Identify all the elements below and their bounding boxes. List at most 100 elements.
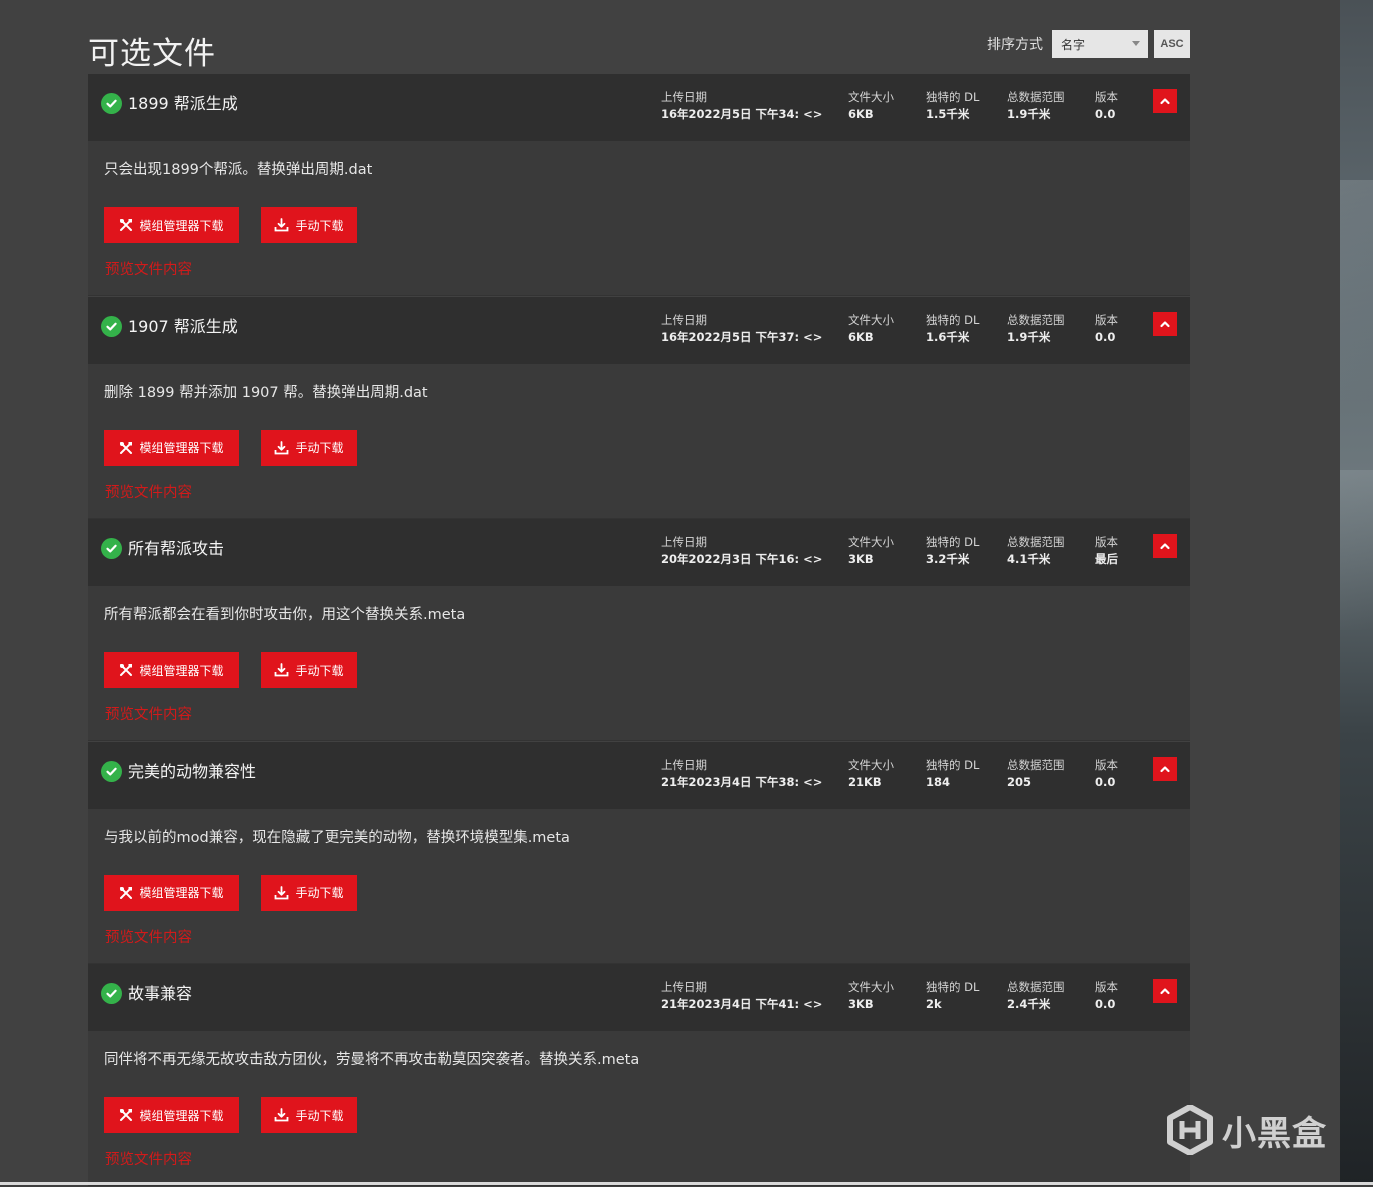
unique-dl-label: 独特的 DL: [926, 980, 980, 994]
upload-date: 上传日期 21年2023月4日 下午38: <>: [661, 757, 822, 791]
file-size-value: 6KB: [848, 107, 874, 121]
file-size-value: 3KB: [848, 552, 874, 566]
file-item: 1899 帮派生成 上传日期 16年2022月5日 下午34: <> 文件大小 …: [88, 74, 1190, 297]
total-range-label: 总数据范围: [1007, 90, 1065, 104]
manual-download-button[interactable]: 手动下载: [261, 874, 357, 911]
manual-download-button[interactable]: 手动下载: [261, 1097, 357, 1133]
file-size: 文件大小 21KB: [848, 757, 894, 791]
unique-dl: 独特的 DL 3.2千米: [926, 534, 979, 568]
unique-dl-value: 3.2千米: [926, 552, 970, 566]
mod-manager-download-button[interactable]: 模组管理器下载: [104, 429, 239, 466]
download-icon: [274, 1108, 289, 1122]
mod-manager-download-label: 模组管理器下载: [139, 218, 224, 233]
preview-file-link[interactable]: 预览文件内容: [105, 1148, 192, 1169]
total-range-label: 总数据范围: [1007, 980, 1065, 994]
download-icon: [274, 440, 289, 455]
total-range: 总数据范围 2.4千米: [1007, 979, 1065, 1013]
upload-date-label: 上传日期: [661, 312, 707, 327]
tools-icon: [119, 441, 133, 455]
xiaoheihe-logo-icon: [1167, 1105, 1213, 1155]
collapse-button[interactable]: [1153, 534, 1177, 558]
total-range-label: 总数据范围: [1007, 757, 1065, 772]
total-range: 总数据范围 4.1千米: [1007, 534, 1065, 568]
sort-order-button[interactable]: ASC: [1154, 30, 1190, 58]
preview-file-link[interactable]: 预览文件内容: [105, 481, 192, 502]
check-circle-icon: [101, 315, 122, 337]
mod-manager-download-label: 模组管理器下载: [139, 1108, 224, 1123]
total-range: 总数据范围 1.9千米: [1007, 312, 1065, 346]
collapse-button[interactable]: [1153, 756, 1177, 781]
version: 版本 最后: [1095, 534, 1118, 568]
file-size: 文件大小 6KB: [848, 312, 894, 346]
check-circle-icon: [101, 538, 122, 559]
version-label: 版本: [1095, 90, 1118, 104]
upload-date: 上传日期 16年2022月5日 下午37: <>: [661, 312, 822, 346]
version-value: 0.0: [1095, 774, 1116, 789]
preview-file-link[interactable]: 预览文件内容: [105, 703, 192, 724]
file-name: 1899 帮派生成: [128, 94, 238, 113]
mod-manager-download-button[interactable]: 模组管理器下载: [104, 652, 239, 688]
version-value: 0.0: [1095, 997, 1116, 1011]
upload-date-value: 20年2022月3日 下午16: <>: [661, 552, 823, 566]
total-range: 总数据范围 205: [1007, 757, 1065, 791]
chevron-up-icon: [1159, 95, 1171, 107]
file-size-label: 文件大小: [848, 757, 894, 772]
tools-icon: [119, 218, 133, 232]
file-body: 删除 1899 帮并添加 1907 帮。替换弹出周期.dat 模组管理器下载 手…: [88, 363, 1190, 519]
file-size: 文件大小 3KB: [848, 534, 894, 568]
file-header: 所有帮派攻击 上传日期 20年2022月3日 下午16: <> 文件大小 3KB…: [88, 519, 1190, 587]
manual-download-label: 手动下载: [295, 441, 344, 455]
chevron-down-icon: [1132, 41, 1140, 46]
collapse-button[interactable]: [1153, 311, 1177, 336]
preview-file-link[interactable]: 预览文件内容: [105, 926, 192, 947]
version-label: 版本: [1095, 535, 1118, 549]
total-range-value: 2.4千米: [1007, 997, 1051, 1011]
version-value: 0.0: [1095, 329, 1116, 344]
chevron-up-icon: [1159, 985, 1171, 997]
file-name: 完美的动物兼容性: [128, 761, 257, 781]
total-range-value: 1.9千米: [1007, 107, 1051, 121]
file-size-value: 6KB: [848, 329, 874, 344]
unique-dl-value: 2k: [926, 997, 942, 1011]
version-label: 版本: [1095, 757, 1118, 772]
file-body: 只会出现1899个帮派。替换弹出周期.dat 模组管理器下载 手动下载 预览文件…: [88, 141, 1190, 296]
version-value: 0.0: [1095, 107, 1116, 121]
manual-download-button[interactable]: 手动下载: [261, 429, 357, 466]
total-range: 总数据范围 1.9千米: [1007, 89, 1065, 123]
file-description: 只会出现1899个帮派。替换弹出周期.dat: [104, 162, 373, 178]
total-range-label: 总数据范围: [1007, 312, 1065, 327]
upload-date-label: 上传日期: [661, 90, 707, 104]
file-size-label: 文件大小: [848, 90, 894, 104]
unique-dl-label: 独特的 DL: [926, 312, 980, 327]
file-list: 1899 帮派生成 上传日期 16年2022月5日 下午34: <> 文件大小 …: [88, 74, 1190, 1187]
mod-manager-download-button[interactable]: 模组管理器下载: [104, 874, 239, 911]
upload-date: 上传日期 21年2023月4日 下午41: <>: [661, 979, 822, 1013]
upload-date-label: 上传日期: [661, 535, 707, 549]
unique-dl-label: 独特的 DL: [926, 757, 980, 772]
file-name: 所有帮派攻击: [128, 539, 225, 558]
collapse-button[interactable]: [1153, 89, 1177, 113]
version-label: 版本: [1095, 312, 1118, 327]
file-description: 删除 1899 帮并添加 1907 帮。替换弹出周期.dat: [104, 384, 428, 401]
version-value: 最后: [1095, 552, 1118, 566]
manual-download-label: 手动下载: [295, 886, 344, 900]
file-item: 故事兼容 上传日期 21年2023月4日 下午41: <> 文件大小 3KB 独…: [88, 964, 1190, 1187]
preview-file-link[interactable]: 预览文件内容: [105, 258, 192, 279]
watermark-text: 小黑盒: [1222, 1113, 1327, 1154]
sort-select[interactable]: 名字: [1052, 30, 1148, 58]
unique-dl: 独特的 DL 184: [926, 757, 979, 791]
file-body: 与我以前的mod兼容，现在隐藏了更完美的动物，替换环境模型集.meta 模组管理…: [88, 808, 1190, 964]
manual-download-button[interactable]: 手动下载: [261, 652, 357, 688]
mod-manager-download-button[interactable]: 模组管理器下载: [104, 1097, 239, 1133]
sort-select-value: 名字: [1061, 37, 1086, 52]
manual-download-button[interactable]: 手动下载: [261, 207, 357, 243]
file-size-label: 文件大小: [848, 312, 894, 327]
collapse-button[interactable]: [1153, 979, 1177, 1003]
mod-manager-download-button[interactable]: 模组管理器下载: [104, 207, 239, 243]
check-circle-icon: [101, 760, 122, 782]
manual-download-label: 手动下载: [295, 218, 344, 233]
upload-date-label: 上传日期: [661, 980, 707, 994]
file-description: 所有帮派都会在看到你时攻击你，用这个替换关系.meta: [104, 607, 466, 623]
file-header: 1907 帮派生成 上传日期 16年2022月5日 下午37: <> 文件大小 …: [88, 296, 1190, 365]
mod-manager-download-label: 模组管理器下载: [139, 886, 224, 900]
